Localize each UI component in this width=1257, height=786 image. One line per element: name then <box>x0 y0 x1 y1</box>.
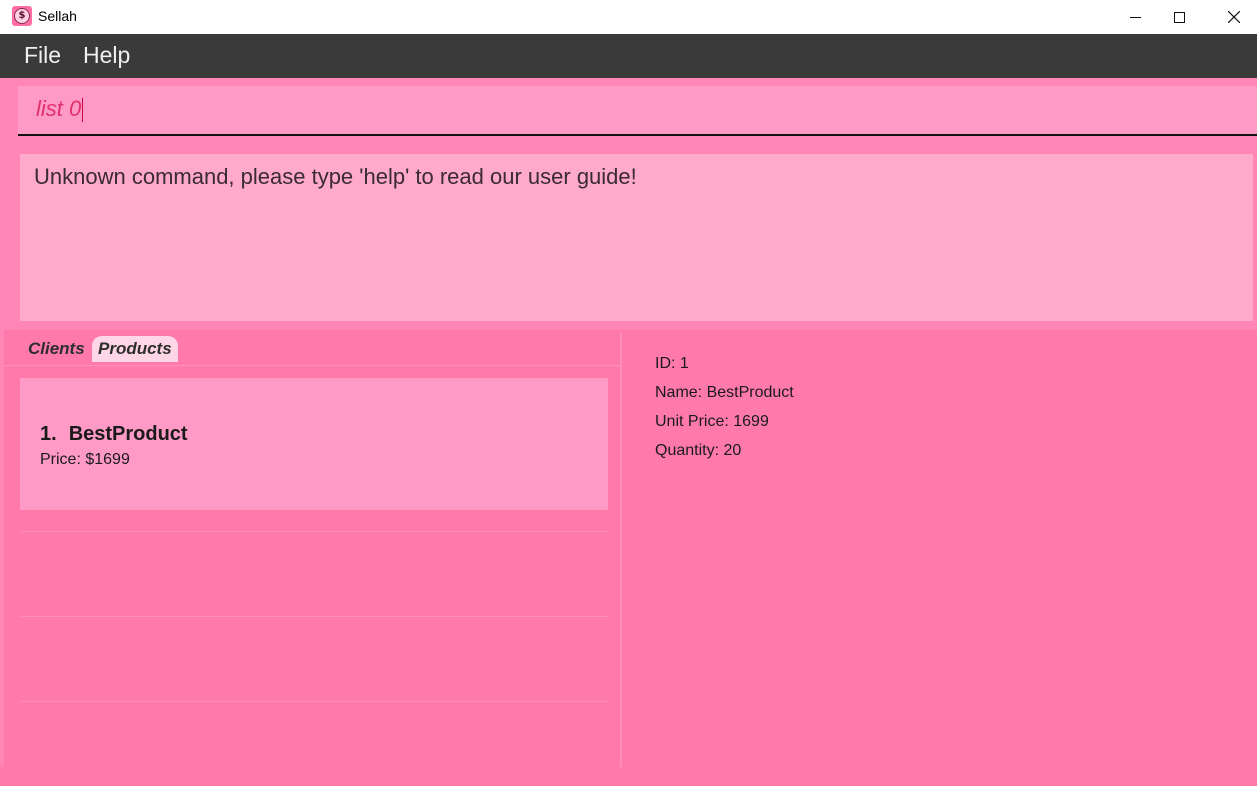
detail-unit-price: Unit Price: 1699 <box>655 413 769 430</box>
menu-help[interactable]: Help <box>83 42 130 69</box>
empty-list-row <box>20 531 608 616</box>
empty-list-row <box>20 616 608 701</box>
text-caret <box>82 98 84 123</box>
tab-products[interactable]: Products <box>92 336 178 362</box>
command-area: list 0 <box>4 78 1257 145</box>
minimize-icon <box>1129 16 1141 18</box>
close-icon <box>1228 11 1240 23</box>
product-name: BestProduct <box>68 423 188 445</box>
empty-list-row <box>20 701 608 786</box>
menu-file[interactable]: File <box>24 42 61 69</box>
result-area: Unknown command, please type 'help' to r… <box>4 145 1257 330</box>
tab-bar: Clients Products <box>4 332 620 366</box>
detail-panel: ID: 1 Name: BestProduct Unit Price: 1699… <box>622 332 1257 767</box>
title-bar: $ Sellah <box>0 0 1257 34</box>
window-title: Sellah <box>38 8 77 24</box>
dollar-coin-icon: $ <box>12 6 32 26</box>
product-index: 1. <box>40 423 57 445</box>
detail-id: ID: 1 <box>655 355 689 372</box>
close-button[interactable] <box>1211 0 1257 34</box>
product-price: Price: $1699 <box>40 451 130 468</box>
product-title: 1. BestProduct <box>40 423 188 446</box>
maximize-icon <box>1173 11 1185 23</box>
result-message: Unknown command, please type 'help' to r… <box>34 164 637 189</box>
list-item[interactable]: 1. BestProduct Price: $1699 <box>20 378 608 510</box>
detail-name: Name: BestProduct <box>655 384 794 401</box>
command-input[interactable]: list 0 <box>18 86 1257 136</box>
command-input-text: list 0 <box>36 96 84 123</box>
result-display[interactable]: Unknown command, please type 'help' to r… <box>20 154 1253 321</box>
maximize-button[interactable] <box>1156 0 1202 34</box>
tab-clients[interactable]: Clients <box>22 336 91 362</box>
list-panel: Clients Products 1. BestProduct Price: $1… <box>4 332 620 767</box>
menu-bar: File Help <box>0 34 1257 78</box>
minimize-button[interactable] <box>1112 0 1158 34</box>
detail-quantity: Quantity: 20 <box>655 442 742 459</box>
